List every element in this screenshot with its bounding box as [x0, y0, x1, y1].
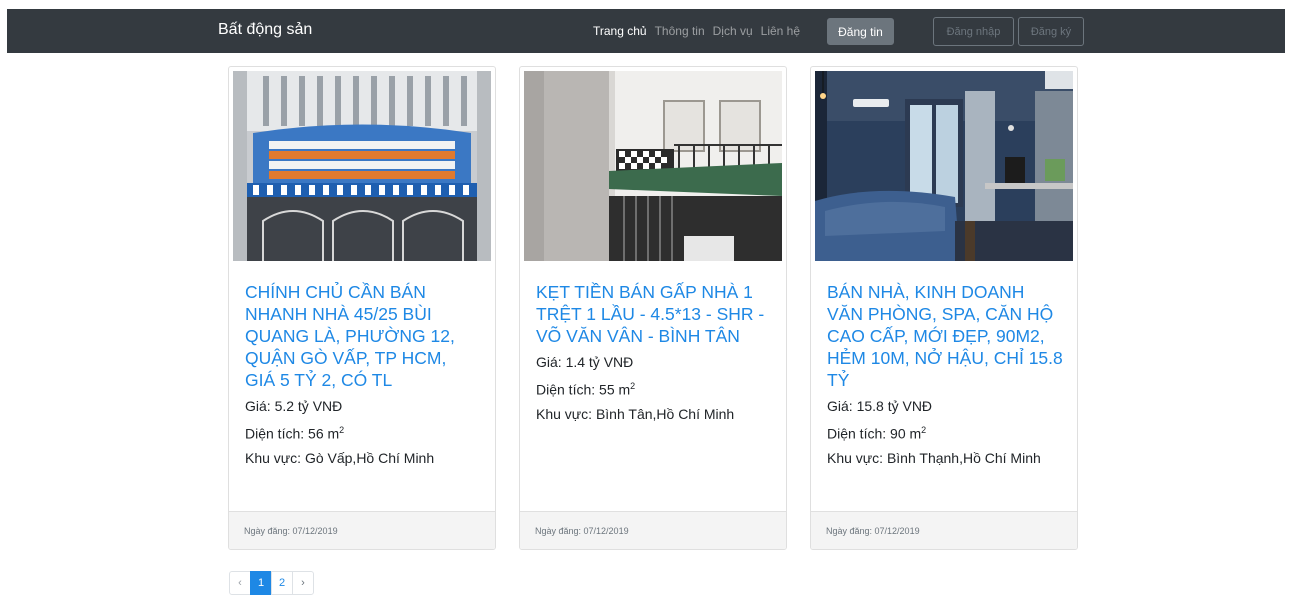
- listing-date: Ngày đăng: 07/12/2019: [811, 511, 1077, 549]
- nav-link-info[interactable]: Thông tin: [655, 24, 705, 38]
- listing-price: Giá: 15.8 tỷ VNĐ: [827, 398, 933, 414]
- nav-link-home[interactable]: Trang chủ: [593, 24, 647, 38]
- post-listing-button[interactable]: Đăng tin: [827, 18, 894, 45]
- nav-links: Trang chủ Thông tin Dịch vụ Liên hệ: [593, 9, 808, 53]
- pagination-next-button[interactable]: ›: [292, 571, 314, 595]
- listing-date: Ngày đăng: 07/12/2019: [229, 511, 495, 549]
- listing-area-label: Diện tích: 56 m: [245, 425, 340, 442]
- nav-link-contact[interactable]: Liên hệ: [761, 24, 800, 38]
- listing-date: Ngày đăng: 07/12/2019: [520, 511, 786, 549]
- listing-card: KẸT TIỀN BÁN GẤP NHÀ 1 TRỆT 1 LẦU - 4.5*…: [519, 66, 787, 550]
- site-brand[interactable]: Bất động sản: [218, 21, 312, 39]
- login-button[interactable]: Đăng nhập: [933, 17, 1014, 46]
- listing-area: Diện tích: 90 m2: [827, 421, 1063, 443]
- listing-body: BÁN NHÀ, KINH DOANH VĂN PHÒNG, SPA, CĂN …: [827, 281, 1063, 467]
- listing-title[interactable]: CHÍNH CHỦ CẦN BÁN NHANH NHÀ 45/25 BÙI QU…: [245, 281, 481, 391]
- pagination-page-2[interactable]: 2: [271, 571, 293, 595]
- listing-title[interactable]: KẸT TIỀN BÁN GẤP NHÀ 1 TRỆT 1 LẦU - 4.5*…: [536, 281, 772, 347]
- listing-area-label: Diện tích: 55 m: [536, 381, 631, 398]
- listing-photo[interactable]: [524, 71, 782, 261]
- listing-area-label: Diện tích: 90 m: [827, 425, 922, 442]
- listing-body: CHÍNH CHỦ CẦN BÁN NHANH NHÀ 45/25 BÙI QU…: [245, 281, 481, 467]
- listing-card: CHÍNH CHỦ CẦN BÁN NHANH NHÀ 45/25 BÙI QU…: [228, 66, 496, 550]
- listing-photo[interactable]: [815, 71, 1073, 261]
- register-button[interactable]: Đăng ký: [1018, 17, 1084, 46]
- listing-title[interactable]: BÁN NHÀ, KINH DOANH VĂN PHÒNG, SPA, CĂN …: [827, 281, 1063, 391]
- listing-price: Giá: 5.2 tỷ VNĐ: [245, 398, 343, 414]
- listing-area: Diện tích: 55 m2: [536, 377, 772, 399]
- listing-card: BÁN NHÀ, KINH DOANH VĂN PHÒNG, SPA, CĂN …: [810, 66, 1078, 550]
- listing-photo[interactable]: [233, 71, 491, 261]
- pagination: ‹ 1 2 ›: [229, 571, 314, 595]
- listing-location: Khu vực: Bình Tân,Hồ Chí Minh: [536, 405, 735, 422]
- top-navbar: Bất động sản Trang chủ Thông tin Dịch vụ…: [7, 9, 1285, 53]
- listing-location: Khu vực: Bình Thạnh,Hồ Chí Minh: [827, 449, 1041, 466]
- pagination-page-1[interactable]: 1: [250, 571, 272, 595]
- listing-location: Khu vực: Gò Vấp,Hồ Chí Minh: [245, 449, 435, 466]
- listing-area-unit-sup: 2: [630, 381, 636, 391]
- listing-area-unit-sup: 2: [921, 425, 927, 435]
- listing-price: Giá: 1.4 tỷ VNĐ: [536, 354, 634, 370]
- listing-area: Diện tích: 56 m2: [245, 421, 481, 443]
- pagination-prev-button[interactable]: ‹: [229, 571, 251, 595]
- nav-link-services[interactable]: Dịch vụ: [713, 24, 753, 38]
- listing-body: KẸT TIỀN BÁN GẤP NHÀ 1 TRỆT 1 LẦU - 4.5*…: [536, 281, 772, 423]
- listing-area-unit-sup: 2: [339, 425, 345, 435]
